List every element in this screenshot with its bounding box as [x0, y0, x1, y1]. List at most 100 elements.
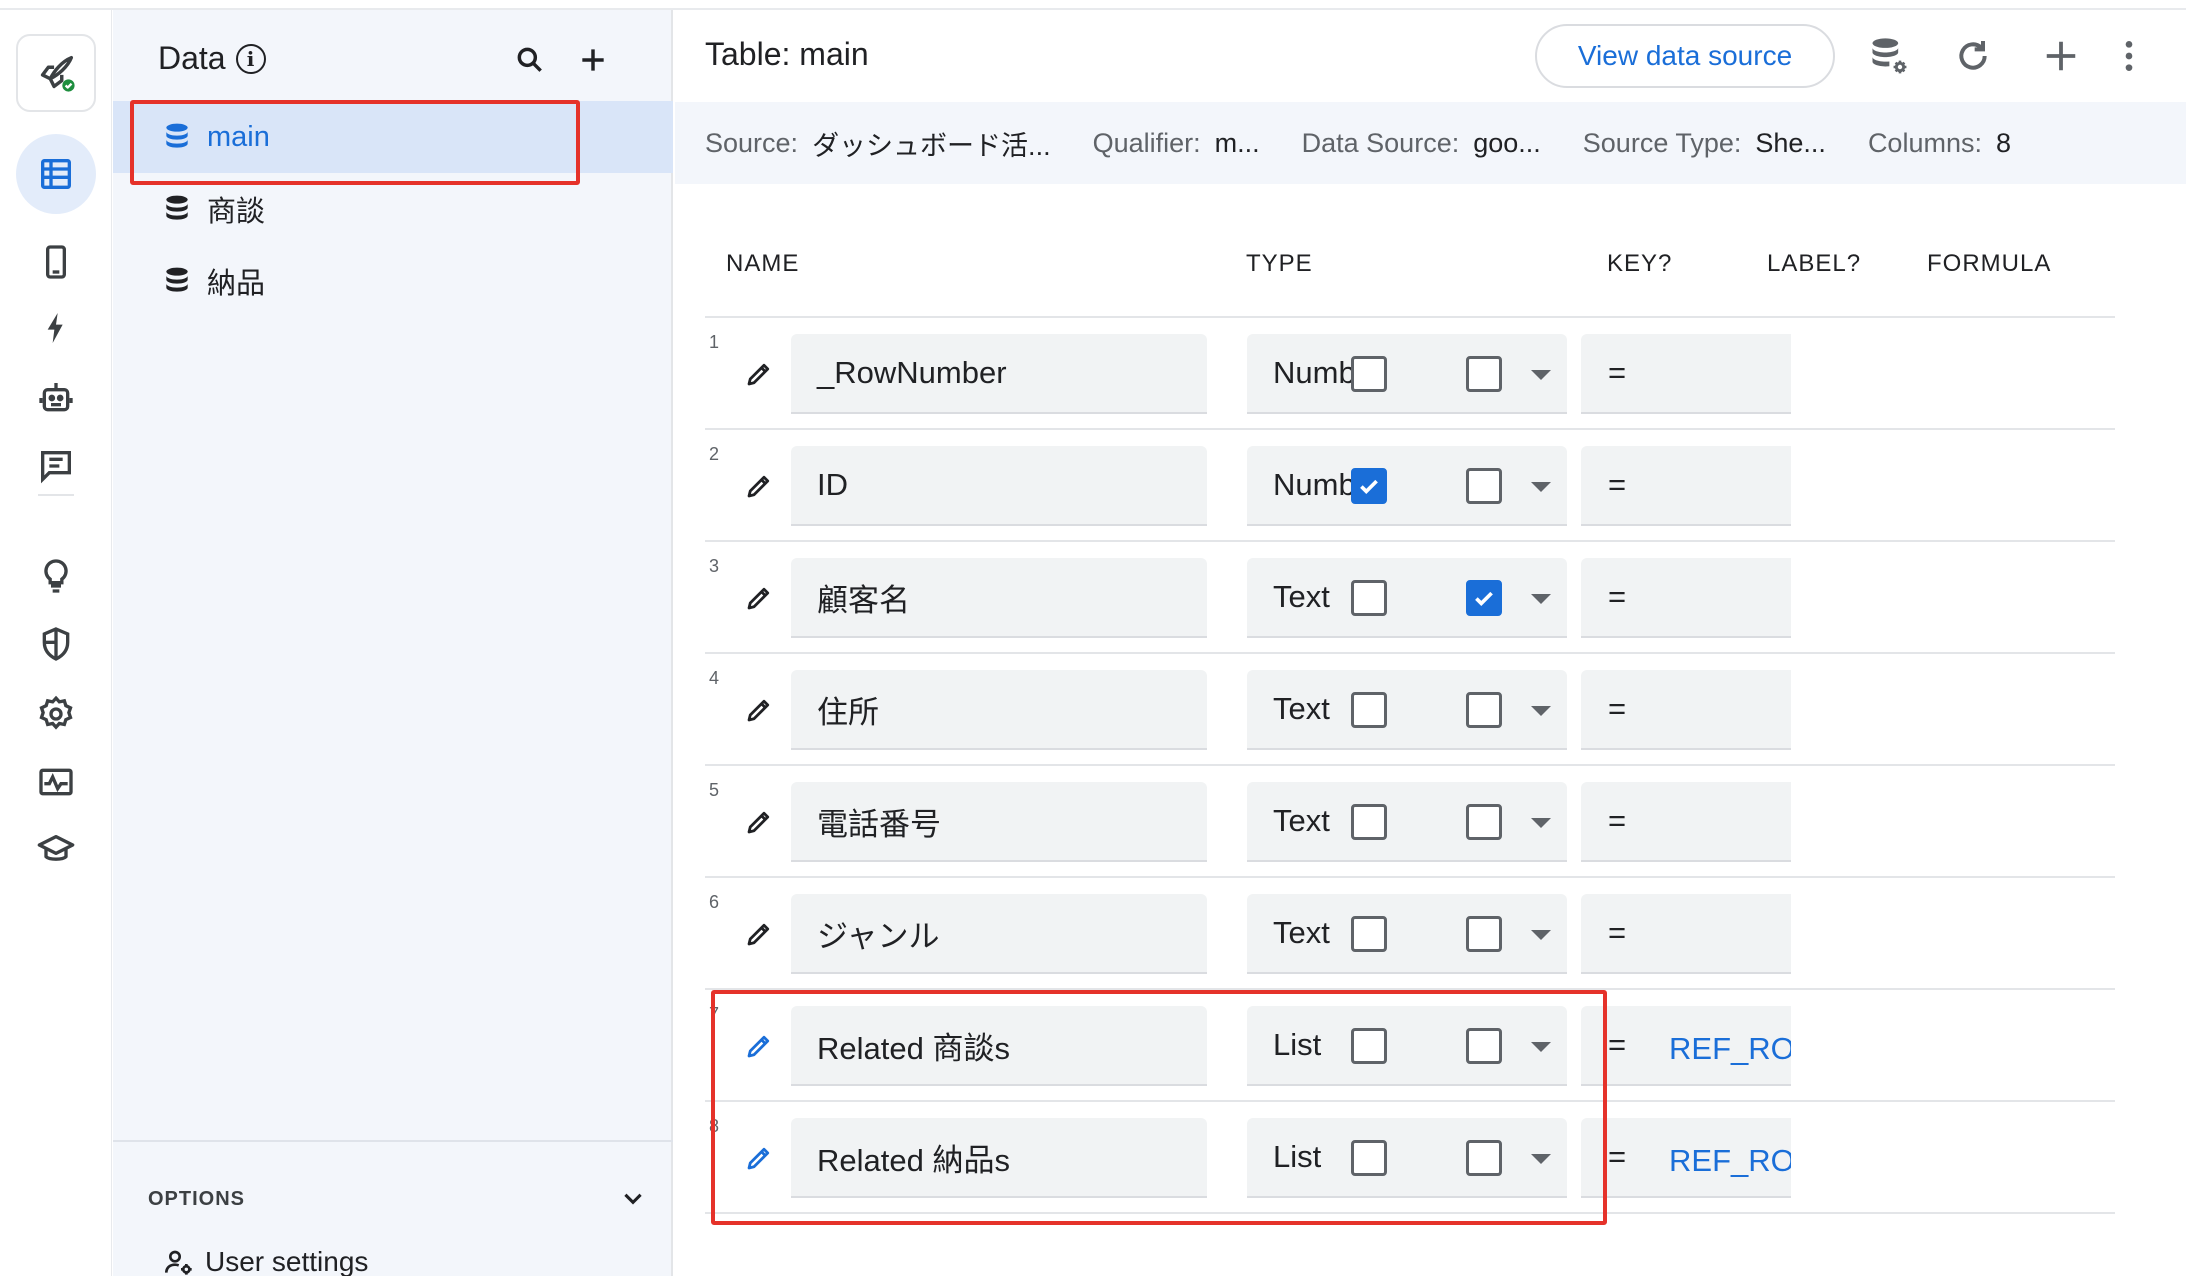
formula-field[interactable]: =	[1581, 670, 1791, 750]
dropdown-arrow-icon	[1531, 594, 1551, 604]
key-checkbox[interactable]	[1351, 804, 1387, 840]
label-checkbox[interactable]	[1466, 468, 1502, 504]
column-type-select[interactable]: Number	[1247, 446, 1567, 526]
database-icon	[166, 195, 188, 220]
key-checkbox[interactable]	[1351, 692, 1387, 728]
table-item-deals[interactable]: 商談	[113, 173, 673, 245]
formula-field[interactable]: =	[1581, 334, 1791, 414]
edit-column-button[interactable]	[739, 914, 779, 954]
formula-equals: =	[1607, 1027, 1627, 1062]
rail-divider	[38, 494, 74, 496]
label-checkbox[interactable]	[1466, 804, 1502, 840]
refresh-button[interactable]	[1949, 32, 1997, 80]
key-checkbox[interactable]	[1351, 468, 1387, 504]
pencil-icon	[747, 811, 770, 834]
formula-field[interactable]: =	[1581, 894, 1791, 974]
options-divider	[113, 1140, 673, 1142]
info-icon[interactable]: i	[235, 43, 266, 74]
label-checkbox[interactable]	[1466, 356, 1502, 392]
panel-title: Data	[158, 40, 226, 76]
formula-equals: =	[1607, 467, 1627, 502]
edit-column-button[interactable]	[739, 1026, 779, 1066]
table-item-label: main	[207, 120, 270, 153]
options-toggle[interactable]	[615, 1180, 651, 1216]
dropdown-arrow-icon	[1531, 930, 1551, 940]
columns-value: 8	[1995, 127, 2012, 158]
key-checkbox[interactable]	[1351, 580, 1387, 616]
edit-column-button[interactable]	[739, 802, 779, 842]
pencil-icon	[747, 699, 770, 722]
header-label: LABEL?	[1767, 250, 1862, 277]
table-item-label: 納品	[207, 268, 266, 300]
bolt-icon	[47, 313, 63, 343]
formula-field[interactable]: = REF_ROWS("商談", "顧客")	[1581, 1006, 1791, 1086]
edit-column-button[interactable]	[739, 690, 779, 730]
label-checkbox[interactable]	[1466, 692, 1502, 728]
table-row: 8 Related 納品s List = REF_ROWS("納品", "顧客")	[705, 1100, 2115, 1212]
monitor-icon	[39, 768, 73, 796]
column-type-select[interactable]: List	[1247, 1118, 1567, 1198]
edit-column-button[interactable]	[739, 1138, 779, 1178]
key-checkbox[interactable]	[1351, 356, 1387, 392]
column-name-field[interactable]: 電話番号	[791, 782, 1207, 862]
table-item-main[interactable]: main	[113, 101, 673, 173]
edit-column-button[interactable]	[739, 354, 779, 394]
column-type-select[interactable]: List	[1247, 1006, 1567, 1086]
graduation-cap-icon	[37, 835, 75, 861]
formula-equals: =	[1607, 691, 1627, 726]
formula-equals: =	[1607, 1139, 1627, 1174]
column-name-field[interactable]: Related 納品s	[791, 1118, 1207, 1198]
rail-learn-button[interactable]	[16, 810, 96, 890]
rail-automation-button[interactable]	[16, 288, 96, 368]
table-row: 1 _RowNumber Number =	[705, 316, 2115, 428]
datasource-label: Data Source:	[1301, 127, 1460, 158]
column-type-value: List	[1273, 1027, 1322, 1062]
column-type-select[interactable]: Text	[1247, 558, 1567, 638]
rail-data-button[interactable]	[16, 134, 96, 214]
phone-icon	[46, 245, 66, 279]
column-type-select[interactable]: Text	[1247, 782, 1567, 862]
formula-field[interactable]: = REF_ROWS("納品", "顧客")	[1581, 1118, 1791, 1198]
formula-field[interactable]: =	[1581, 446, 1791, 526]
label-checkbox[interactable]	[1466, 1028, 1502, 1064]
search-button[interactable]	[508, 38, 552, 82]
bot-icon	[39, 383, 73, 412]
label-checkbox[interactable]	[1466, 916, 1502, 952]
formula-equals: =	[1607, 915, 1627, 950]
formula-field[interactable]: =	[1581, 782, 1791, 862]
rail-security-button[interactable]	[16, 604, 96, 684]
row-number: 7	[709, 1004, 720, 1024]
edit-column-button[interactable]	[739, 578, 779, 618]
key-checkbox[interactable]	[1351, 1140, 1387, 1176]
edit-column-button[interactable]	[739, 466, 779, 506]
rocket-icon	[40, 55, 75, 92]
column-name-field[interactable]: 顧客名	[791, 558, 1207, 638]
label-checkbox[interactable]	[1466, 580, 1502, 616]
more-options-button[interactable]	[2105, 32, 2153, 80]
view-data-source-button[interactable]: View data source	[1535, 24, 1835, 88]
user-settings-link[interactable]: User settings	[163, 1246, 368, 1276]
refresh-icon	[1959, 41, 1987, 70]
dropdown-arrow-icon	[1531, 482, 1551, 492]
column-name-field[interactable]: Related 商談s	[791, 1006, 1207, 1086]
app-logo[interactable]	[16, 34, 96, 112]
panel-header: Data i	[158, 40, 266, 77]
column-name-field[interactable]: ID	[791, 446, 1207, 526]
key-checkbox[interactable]	[1351, 916, 1387, 952]
column-name-field[interactable]: _RowNumber	[791, 334, 1207, 414]
column-type-select[interactable]: Text	[1247, 894, 1567, 974]
column-type-select[interactable]: Number	[1247, 334, 1567, 414]
dropdown-arrow-icon	[1531, 1154, 1551, 1164]
formula-field[interactable]: =	[1581, 558, 1791, 638]
column-name-field[interactable]: ジャンル	[791, 894, 1207, 974]
database-settings-button[interactable]	[1865, 32, 1913, 80]
table-item-deliveries[interactable]: 納品	[113, 245, 673, 317]
key-checkbox[interactable]	[1351, 1028, 1387, 1064]
column-type-select[interactable]: Text	[1247, 670, 1567, 750]
label-checkbox[interactable]	[1466, 1140, 1502, 1176]
column-name-field[interactable]: 住所	[791, 670, 1207, 750]
page-title: Table: main	[705, 36, 869, 72]
add-column-button[interactable]	[2037, 32, 2085, 80]
formula-value: REF_ROWS("納品", "顧客")	[1669, 1142, 1791, 1178]
add-table-button[interactable]	[571, 38, 615, 82]
